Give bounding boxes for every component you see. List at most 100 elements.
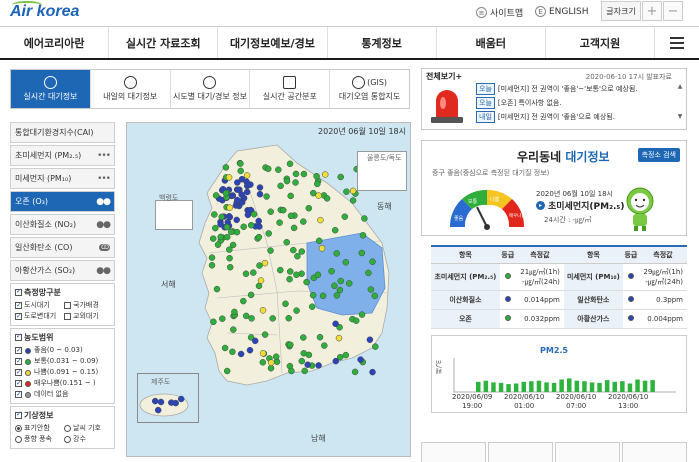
station-dot[interactable] — [248, 315, 255, 322]
station-dot[interactable] — [276, 219, 283, 226]
station-dot[interactable] — [240, 297, 247, 305]
tab-spatial[interactable]: 실시간 공간분포 — [250, 70, 331, 108]
weather-symbol[interactable]: 날씨 기호 — [64, 423, 110, 434]
station-dot[interactable] — [280, 206, 287, 214]
station-dot[interactable] — [337, 173, 344, 181]
station-dot[interactable] — [290, 246, 297, 254]
notice-line[interactable]: 내일 [미세먼지] 전 권역이 '좋음'으로 예상됨. — [476, 111, 615, 123]
station-dot[interactable] — [267, 208, 274, 215]
station-dot[interactable] — [230, 326, 237, 333]
station-dot[interactable] — [210, 318, 217, 326]
station-dot[interactable] — [251, 337, 259, 345]
level-no-data[interactable]: 데이터 없음 — [15, 389, 110, 400]
station-dot[interactable] — [358, 311, 366, 318]
station-dot[interactable] — [369, 368, 376, 376]
station-dot[interactable] — [303, 278, 310, 286]
station-dot[interactable] — [286, 160, 294, 168]
pm25-selector[interactable]: ▸ 초미세먼지(PM₂.₅) — [536, 199, 624, 212]
station-dot[interactable] — [335, 334, 343, 342]
tab-tomorrow[interactable]: 내일의 대기정보 — [90, 70, 171, 108]
nav-support[interactable]: 고객지원 — [546, 27, 656, 58]
quick-link[interactable] — [488, 442, 553, 462]
station-dot[interactable] — [226, 204, 233, 211]
station-dot[interactable] — [212, 224, 219, 232]
station-dot[interactable] — [323, 195, 331, 202]
station-dot[interactable] — [345, 280, 353, 287]
nav-forecast[interactable]: 대기정보예보/경보 — [218, 27, 328, 58]
station-dot[interactable] — [293, 307, 300, 314]
station-dot[interactable] — [223, 233, 231, 241]
station-dot[interactable] — [256, 184, 264, 191]
station-dot[interactable] — [282, 300, 289, 308]
station-dot[interactable] — [209, 235, 217, 242]
station-dot[interactable] — [208, 262, 216, 269]
station-dot[interactable] — [298, 357, 306, 365]
station-search-button[interactable]: 측정소 검색 — [637, 148, 680, 162]
quick-link[interactable] — [555, 442, 620, 462]
station-dot[interactable] — [221, 344, 229, 352]
station-dot[interactable] — [298, 270, 305, 277]
station-dot[interactable] — [371, 292, 379, 300]
station-dot[interactable] — [321, 342, 328, 349]
station-dot[interactable] — [314, 271, 322, 279]
station-dot[interactable] — [294, 252, 301, 260]
station-dot[interactable] — [259, 307, 267, 314]
station-dot[interactable] — [233, 228, 241, 236]
station-dot[interactable] — [234, 186, 242, 194]
station-dot[interactable] — [222, 164, 230, 171]
sidebar-item-so2[interactable]: 아황산가스 (SO₂) ●● — [10, 260, 115, 281]
sidebar-item-o3[interactable]: 오존 (O₃) ●● — [10, 191, 115, 212]
station-dot[interactable] — [259, 359, 267, 366]
tab-gis[interactable]: (GIS) 대기오염 통합지도 — [330, 70, 409, 108]
station-dot[interactable] — [315, 237, 323, 245]
station-dot[interactable] — [352, 317, 360, 324]
station-dot[interactable] — [349, 187, 357, 195]
station-dot[interactable] — [366, 336, 374, 343]
station-dot[interactable] — [372, 343, 379, 350]
level-bad[interactable]: 나쁨(0.091 ~ 0.15) — [15, 367, 110, 378]
station-dot[interactable] — [333, 292, 341, 299]
station-roadside[interactable]: 도로변대기 — [15, 311, 61, 322]
station-dot[interactable] — [212, 192, 220, 199]
station-dot[interactable] — [288, 367, 295, 375]
station-dot[interactable] — [301, 367, 308, 375]
station-dot[interactable] — [208, 254, 216, 261]
airkorea-logo[interactable]: Air korea — [10, 1, 79, 21]
station-dot[interactable] — [359, 232, 367, 239]
station-dot[interactable] — [247, 291, 255, 299]
station-dot[interactable] — [365, 269, 372, 277]
level-range-checkbox[interactable] — [15, 332, 22, 341]
station-dot[interactable] — [300, 334, 307, 341]
station-dot[interactable] — [269, 315, 276, 322]
station-dot[interactable] — [218, 213, 225, 221]
station-dot[interactable] — [264, 165, 272, 173]
station-dot[interactable] — [225, 174, 233, 181]
menu-icon[interactable] — [655, 27, 699, 58]
station-dot[interactable] — [332, 357, 340, 365]
station-dot[interactable] — [331, 226, 339, 234]
station-dot[interactable] — [285, 314, 292, 322]
notice-line[interactable]: 오늘 [미세먼지] 전 권역이 '좋음'~'보통'으로 예상됨. — [476, 83, 638, 95]
station-dot[interactable] — [240, 194, 248, 202]
station-dot[interactable] — [300, 170, 308, 178]
station-dot[interactable] — [243, 188, 251, 196]
station-dot[interactable] — [336, 286, 344, 294]
station-dot[interactable] — [267, 247, 274, 254]
station-dot[interactable] — [223, 223, 231, 231]
weather-none[interactable]: 표기안함 — [15, 423, 61, 434]
station-dot[interactable] — [286, 268, 294, 275]
station-dot[interactable] — [277, 266, 284, 274]
station-dot[interactable] — [222, 189, 230, 197]
sidebar-item-co[interactable]: 일산화탄소 (CO) CO — [10, 237, 115, 258]
station-dot[interactable] — [226, 263, 234, 271]
weather-checkbox[interactable] — [15, 410, 22, 419]
station-dot[interactable] — [217, 221, 224, 228]
fontsize-plus-button[interactable]: + — [642, 1, 662, 21]
station-dot[interactable] — [219, 315, 226, 322]
sidebar-item-pm10[interactable]: 미세먼지 (PM₁₀) ••• — [10, 168, 115, 189]
station-dot[interactable] — [213, 285, 221, 293]
station-dot[interactable] — [233, 216, 240, 224]
station-dot[interactable] — [255, 233, 263, 241]
station-dot[interactable] — [283, 177, 291, 185]
station-dot[interactable] — [240, 223, 247, 231]
